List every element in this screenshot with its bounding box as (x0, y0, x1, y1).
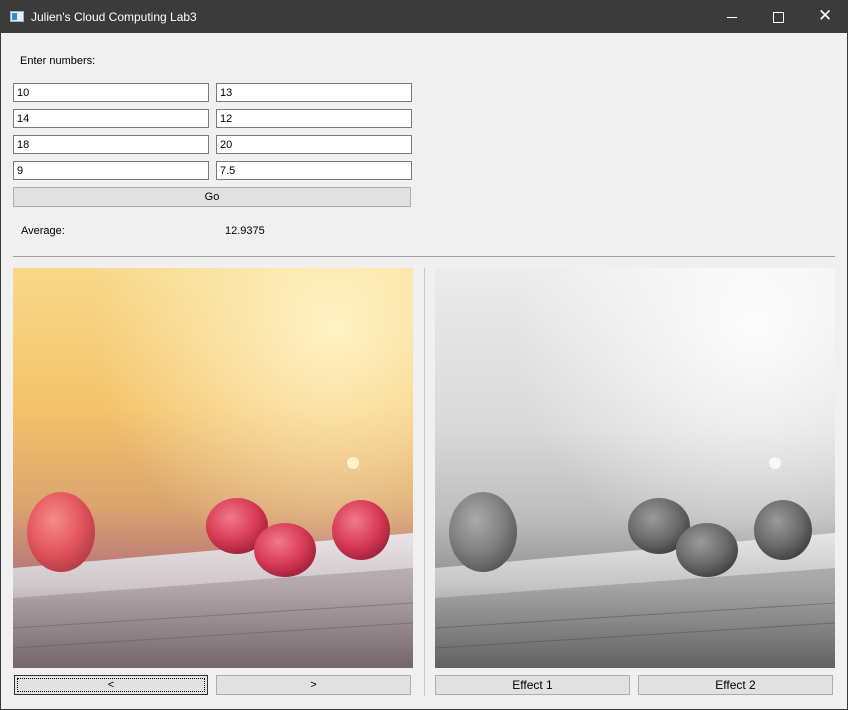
separator-line (13, 256, 835, 257)
title-bar[interactable]: Julien's Cloud Computing Lab3 ✕ (1, 1, 847, 33)
vertical-divider (424, 268, 425, 696)
minimize-icon (727, 17, 737, 18)
close-icon: ✕ (818, 6, 833, 26)
average-value: 12.9375 (225, 225, 265, 237)
maximize-button[interactable] (755, 1, 801, 33)
number-input-5[interactable] (13, 135, 209, 154)
enter-numbers-label: Enter numbers: (20, 55, 96, 67)
maximize-icon (773, 12, 784, 23)
window-title: Julien's Cloud Computing Lab3 (31, 10, 197, 24)
number-input-4[interactable] (216, 109, 412, 128)
next-button[interactable]: > (216, 675, 411, 695)
number-input-8[interactable] (216, 161, 412, 180)
number-input-3[interactable] (13, 109, 209, 128)
app-icon (10, 11, 24, 22)
number-input-7[interactable] (13, 161, 209, 180)
original-image (13, 268, 413, 668)
number-input-1[interactable] (13, 83, 209, 102)
minimize-button[interactable] (709, 1, 755, 33)
effect-2-button[interactable]: Effect 2 (638, 675, 833, 695)
close-button[interactable]: ✕ (801, 1, 847, 33)
average-label: Average: (21, 225, 65, 237)
go-button[interactable]: Go (13, 187, 411, 207)
effect-1-button[interactable]: Effect 1 (435, 675, 630, 695)
number-input-2[interactable] (216, 83, 412, 102)
previous-button[interactable]: < (14, 675, 208, 695)
app-window: Julien's Cloud Computing Lab3 ✕ Enter nu… (0, 0, 848, 710)
effect-image (435, 268, 835, 668)
number-input-6[interactable] (216, 135, 412, 154)
